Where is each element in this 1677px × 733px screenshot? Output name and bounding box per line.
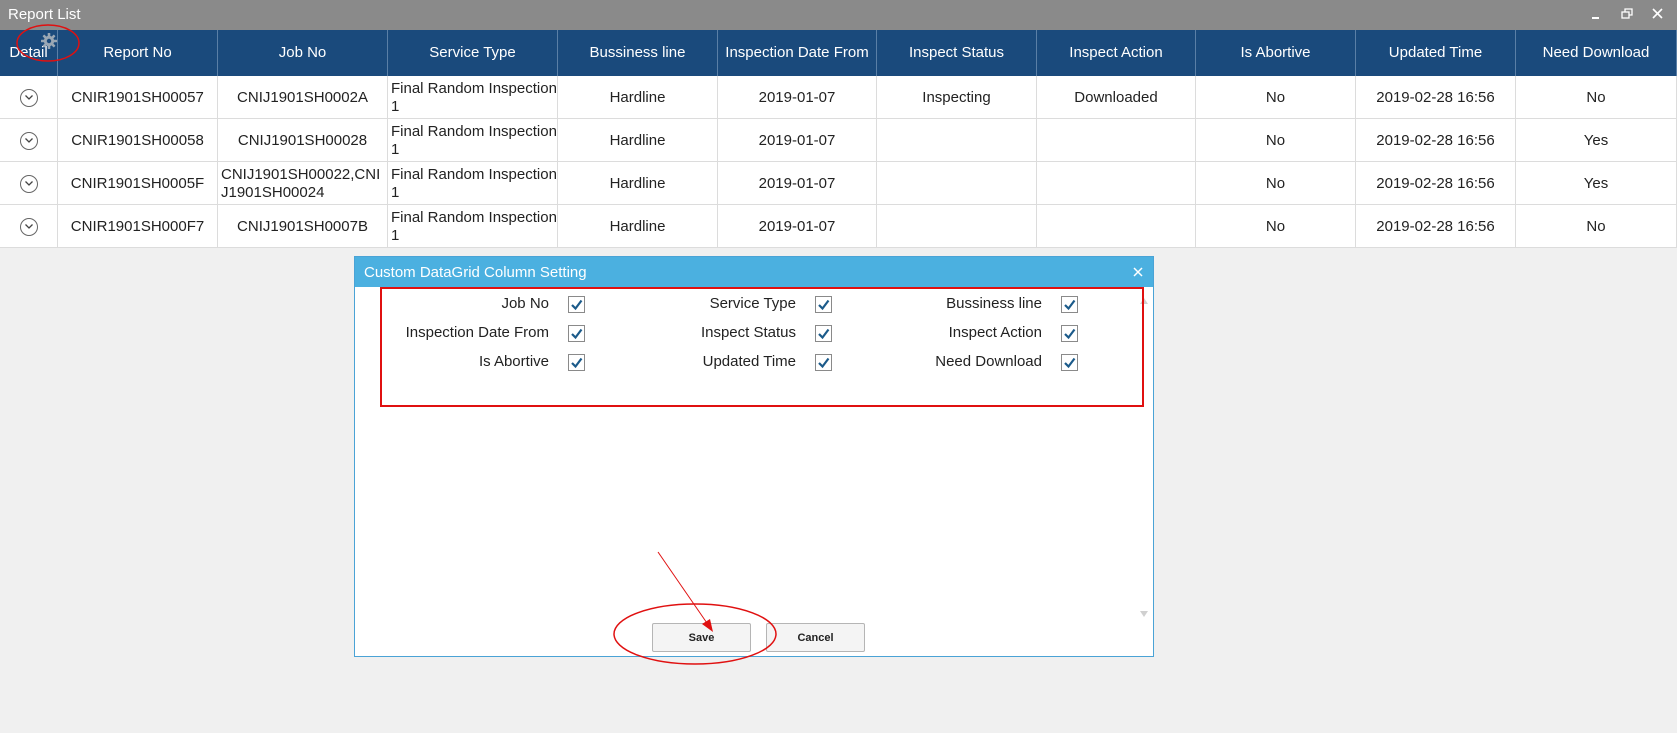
checkbox-need-download[interactable] [1061, 354, 1078, 371]
window-title: Report List [8, 6, 81, 23]
cell-report-no: CNIR1901SH0005F [58, 162, 218, 205]
save-button[interactable]: Save [652, 623, 751, 652]
column-header-inspect-action[interactable]: Inspect Action [1037, 30, 1196, 76]
cell-is-abortive: No [1196, 119, 1356, 162]
cell-job-no: CNIJ1901SH0002A [218, 76, 388, 119]
gear-icon[interactable] [40, 32, 58, 50]
cell-updated-time: 2019-02-28 16:56 [1356, 119, 1516, 162]
cell-inspect-status [877, 205, 1037, 248]
table-row[interactable]: CNIR1901SH000F7 CNIJ1901SH0007B Final Rand… [0, 205, 1677, 248]
cell-business-line: Hardline [558, 205, 718, 248]
option-label-inspect-action: Inspect Action [948, 324, 1042, 341]
column-header-updated-time[interactable]: Updated Time [1356, 30, 1516, 76]
checkbox-updated-time[interactable] [815, 354, 832, 371]
cell-inspect-action: Downloaded [1037, 76, 1196, 119]
scroll-down-icon[interactable] [1139, 605, 1149, 617]
option-label-need-download: Need Download [935, 353, 1042, 370]
column-setting-dialog: Custom DataGrid Column Setting Job No Ser… [354, 256, 1154, 657]
cell-need-download: No [1516, 205, 1677, 248]
dialog-titlebar: Custom DataGrid Column Setting [355, 257, 1153, 287]
checkbox-job-no[interactable] [568, 296, 585, 313]
cell-need-download: Yes [1516, 119, 1677, 162]
column-header-inspection-date-from[interactable]: Inspection Date From [718, 30, 877, 76]
cell-is-abortive: No [1196, 162, 1356, 205]
close-window-icon[interactable] [1648, 4, 1668, 24]
checkbox-inspect-status[interactable] [815, 325, 832, 342]
cell-updated-time: 2019-02-28 16:56 [1356, 162, 1516, 205]
cell-inspect-action [1037, 205, 1196, 248]
cell-job-no: CNIJ1901SH00022,CNIJ1901SH00024 [218, 162, 388, 205]
option-label-service-type: Service Type [709, 295, 796, 312]
cell-report-no: CNIR1901SH00058 [58, 119, 218, 162]
cell-job-no: CNIJ1901SH0007B [218, 205, 388, 248]
column-header-need-download[interactable]: Need Download [1516, 30, 1677, 76]
cell-report-no: CNIR1901SH00057 [58, 76, 218, 119]
cell-report-no: CNIR1901SH000F7 [58, 205, 218, 248]
cell-need-download: No [1516, 76, 1677, 119]
cell-business-line: Hardline [558, 119, 718, 162]
cell-service-type: Final Random Inspection 1 [388, 205, 558, 248]
cell-service-type: Final Random Inspection 1 [388, 162, 558, 205]
cell-inspect-status [877, 119, 1037, 162]
column-header-service-type[interactable]: Service Type [388, 30, 558, 76]
checkbox-bussiness-line[interactable] [1061, 296, 1078, 313]
column-header-inspect-status[interactable]: Inspect Status [877, 30, 1037, 76]
cell-business-line: Hardline [558, 76, 718, 119]
chevron-down-icon[interactable] [19, 131, 38, 150]
cancel-button[interactable]: Cancel [766, 623, 865, 652]
window-titlebar: Report List [0, 0, 1677, 30]
checkbox-is-abortive[interactable] [568, 354, 585, 371]
detail-cell [0, 119, 58, 162]
cell-is-abortive: No [1196, 205, 1356, 248]
chevron-down-icon[interactable] [19, 174, 38, 193]
cell-inspection-date-from: 2019-01-07 [718, 76, 877, 119]
cell-need-download: Yes [1516, 162, 1677, 205]
table-row[interactable]: CNIR1901SH0005F CNIJ1901SH00022,CNIJ1901S… [0, 162, 1677, 205]
cell-service-type: Final Random Inspection 1 [388, 76, 558, 119]
scroll-up-icon[interactable] [1139, 292, 1149, 304]
option-label-updated-time: Updated Time [702, 353, 796, 370]
column-header-business-line[interactable]: Bussiness line [558, 30, 718, 76]
table-row[interactable]: CNIR1901SH00057 CNIJ1901SH0002A Final Rand… [0, 76, 1677, 119]
report-grid: Need Download Updated Time Is Abortive Insp… [0, 30, 1677, 248]
detail-cell [0, 76, 58, 119]
checkbox-service-type[interactable] [815, 296, 832, 313]
cell-job-no: CNIJ1901SH00028 [218, 119, 388, 162]
column-header-is-abortive[interactable]: Is Abortive [1196, 30, 1356, 76]
dialog-title: Custom DataGrid Column Setting [364, 264, 587, 281]
cell-updated-time: 2019-02-28 16:56 [1356, 76, 1516, 119]
option-label-inspection-date-from: Inspection Date From [405, 324, 549, 341]
chevron-down-icon[interactable] [19, 217, 38, 236]
cell-inspection-date-from: 2019-01-07 [718, 119, 877, 162]
cell-inspect-status [877, 162, 1037, 205]
option-label-bussiness-line: Bussiness line [946, 295, 1042, 312]
cell-inspect-status: Inspecting [877, 76, 1037, 119]
cell-inspection-date-from: 2019-01-07 [718, 205, 877, 248]
cell-inspect-action [1037, 119, 1196, 162]
restore-icon[interactable] [1617, 4, 1637, 24]
grid-body: CNIR1901SH00057 CNIJ1901SH0002A Final Rand… [0, 76, 1677, 248]
chevron-down-icon[interactable] [19, 88, 38, 107]
checkbox-inspect-action[interactable] [1061, 325, 1078, 342]
cell-inspection-date-from: 2019-01-07 [718, 162, 877, 205]
cell-service-type: Final Random Inspection 1 [388, 119, 558, 162]
minimize-icon[interactable] [1586, 4, 1606, 24]
close-icon[interactable] [1131, 265, 1145, 279]
cell-inspect-action [1037, 162, 1196, 205]
detail-cell [0, 205, 58, 248]
option-label-is-abortive: Is Abortive [478, 353, 549, 370]
cell-is-abortive: No [1196, 76, 1356, 119]
option-label-job-no: Job No [501, 295, 549, 312]
column-header-report-no[interactable]: Report No [58, 30, 218, 76]
grid-header: Need Download Updated Time Is Abortive Insp… [0, 30, 1677, 76]
cell-updated-time: 2019-02-28 16:56 [1356, 205, 1516, 248]
column-header-job-no[interactable]: Job No [218, 30, 388, 76]
checkbox-inspection-date-from[interactable] [568, 325, 585, 342]
cell-business-line: Hardline [558, 162, 718, 205]
table-row[interactable]: CNIR1901SH00058 CNIJ1901SH00028 Final Rand… [0, 119, 1677, 162]
option-label-inspect-status: Inspect Status [700, 324, 796, 341]
detail-cell [0, 162, 58, 205]
